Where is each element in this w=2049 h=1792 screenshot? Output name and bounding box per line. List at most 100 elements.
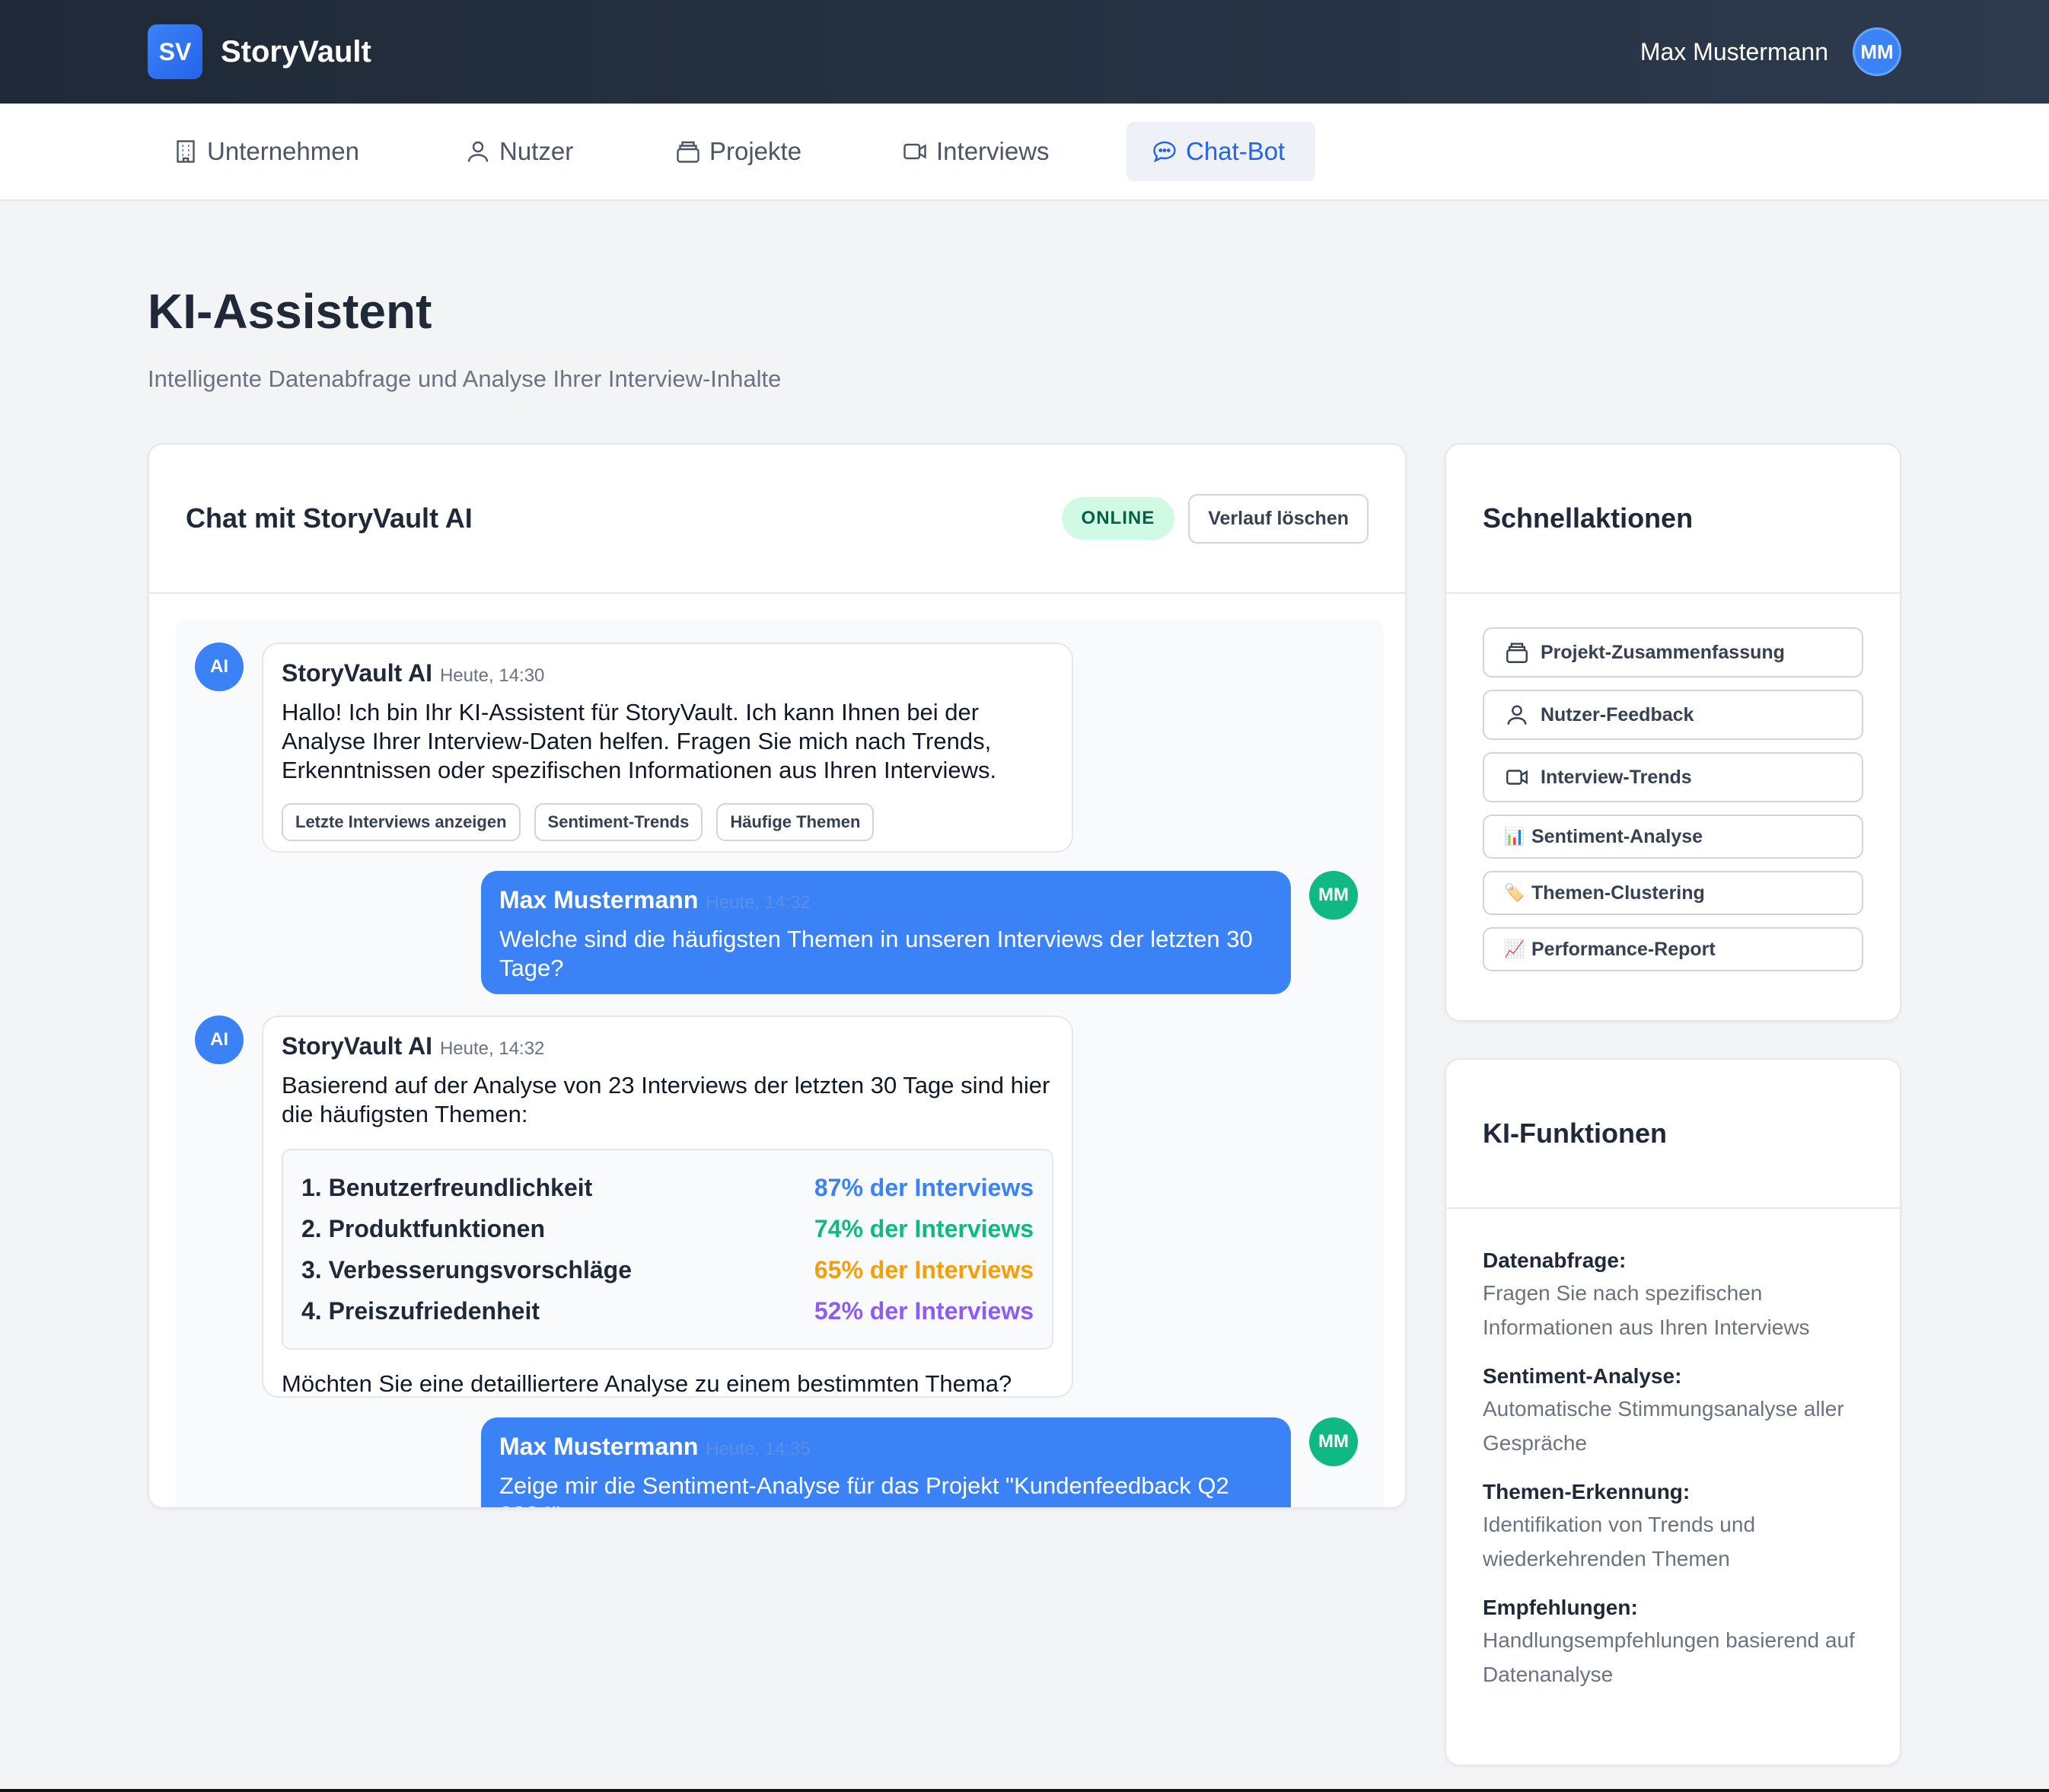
- tab-interviews[interactable]: Interviews: [877, 122, 1074, 181]
- ai-avatar: AI: [195, 1016, 244, 1064]
- chat-header-actions: ONLINE Verlauf löschen: [1061, 493, 1369, 544]
- tab-projekte[interactable]: Projekte: [650, 122, 826, 181]
- tab-label: Interviews: [936, 137, 1050, 165]
- building-icon: [177, 140, 195, 163]
- trend-chart-icon: 📈: [1504, 939, 1525, 958]
- quick-action-performance-report[interactable]: 📈 Performance-Report: [1483, 927, 1863, 971]
- app-name: StoryVault: [221, 34, 371, 69]
- message-time: Heute, 14:32: [439, 1038, 545, 1059]
- message-time: Heute, 14:32: [706, 892, 811, 913]
- tab-unternehmen[interactable]: Unternehmen: [148, 122, 384, 181]
- avatar[interactable]: MM: [1853, 27, 1901, 76]
- brand[interactable]: SV StoryVault: [148, 24, 371, 79]
- ki-function-item: Themen-Erkennung: Identifikation von Tre…: [1483, 1480, 1863, 1576]
- topic-value: 52% der Interviews: [814, 1296, 1034, 1325]
- ki-functions-title: KI-Funktionen: [1483, 1118, 1667, 1149]
- tag-icon: 🏷️: [1504, 883, 1525, 902]
- quick-actions-header: Schnellaktionen: [1446, 445, 1900, 594]
- quick-action-sentiment-analyse[interactable]: 📊 Sentiment-Analyse: [1483, 815, 1863, 859]
- chat-header: Chat mit StoryVault AI ONLINE Verlauf lö…: [149, 445, 1405, 594]
- suggestion-chip[interactable]: Letzte Interviews anzeigen: [282, 803, 521, 841]
- message-time: Heute, 14:30: [439, 665, 545, 686]
- page-bottom-edge: [0, 1789, 2049, 1792]
- tab-label: Projekte: [709, 137, 802, 165]
- ki-functions-list: Datenabfrage: Fragen Sie nach spezifisch…: [1446, 1209, 1900, 1751]
- quick-action-label: Projekt-Zusammenfassung: [1541, 641, 1785, 663]
- topic-row: 2. Produktfunktionen 74% der Interviews: [301, 1208, 1034, 1249]
- message-sender: StoryVault AI: [282, 659, 432, 687]
- tab-chat-bot[interactable]: Chat-Bot: [1126, 122, 1315, 181]
- topic-name: 4. Preiszufriedenheit: [301, 1296, 540, 1325]
- quick-action-interview-trends[interactable]: Interview-Trends: [1483, 752, 1863, 802]
- status-badge: ONLINE: [1061, 497, 1175, 540]
- brand-logo: SV: [148, 24, 202, 79]
- ki-function-label: Sentiment-Analyse:: [1483, 1364, 1682, 1388]
- quick-action-projekt-zusammenfassung[interactable]: Projekt-Zusammenfassung: [1483, 627, 1863, 678]
- suggestion-chips: Letzte Interviews anzeigen Sentiment-Tre…: [282, 803, 1053, 841]
- quick-action-themen-clustering[interactable]: 🏷️ Themen-Clustering: [1483, 871, 1863, 915]
- folder-stack-icon: [677, 141, 699, 163]
- quick-actions-list: Projekt-Zusammenfassung Nutzer-Feedback …: [1446, 594, 1900, 1005]
- ki-function-desc: Automatische Stimmungsanalyse aller Gesp…: [1483, 1397, 1844, 1455]
- ki-function-desc: Handlungsempfehlungen basierend auf Date…: [1483, 1628, 1855, 1686]
- tab-nutzer[interactable]: Nutzer: [440, 122, 597, 181]
- ai-avatar: AI: [195, 643, 244, 691]
- topic-value: 74% der Interviews: [814, 1214, 1034, 1242]
- topic-name: 3. Verbesserungsvorschläge: [301, 1255, 632, 1283]
- message-header: Max Mustermann Heute, 14:32: [499, 886, 1273, 914]
- ki-function-label: Datenabfrage:: [1483, 1248, 1627, 1272]
- message-text: Welche sind die häufigsten Themen in uns…: [499, 926, 1253, 981]
- quick-action-label: Themen-Clustering: [1531, 882, 1705, 904]
- clear-history-button[interactable]: Verlauf löschen: [1188, 493, 1369, 544]
- ai-message: StoryVault AI Heute, 14:32 Basierend auf…: [262, 1016, 1073, 1398]
- quick-action-label: Interview-Trends: [1541, 766, 1692, 788]
- folder-stack-icon: [1506, 643, 1528, 663]
- message-sender: StoryVault AI: [282, 1032, 432, 1060]
- ki-function-label: Empfehlungen:: [1483, 1596, 1638, 1619]
- message-text: Zeige mir die Sentiment-Analyse für das …: [499, 1472, 1229, 1507]
- tab-label: Nutzer: [499, 137, 574, 165]
- message-text: Hallo! Ich bin Ihr KI-Assistent für Stor…: [282, 699, 997, 783]
- message-followup: Möchten Sie eine detailliertere Analyse …: [282, 1370, 1012, 1397]
- user-menu[interactable]: Max Mustermann MM: [1640, 27, 1901, 76]
- quick-actions-title: Schnellaktionen: [1483, 502, 1694, 534]
- message-header: Max Mustermann Heute, 14:35: [499, 1433, 1273, 1461]
- quick-action-label: Performance-Report: [1531, 938, 1716, 960]
- chat-panel: Chat mit StoryVault AI ONLINE Verlauf lö…: [148, 443, 1407, 1509]
- page-title: KI-Assistent: [148, 284, 432, 339]
- ki-function-label: Themen-Erkennung:: [1483, 1480, 1691, 1503]
- ki-function-item: Datenabfrage: Fragen Sie nach spezifisch…: [1483, 1248, 1863, 1344]
- quick-action-nutzer-feedback[interactable]: Nutzer-Feedback: [1483, 690, 1863, 740]
- topic-row: 4. Preiszufriedenheit 52% der Interviews: [301, 1290, 1034, 1331]
- video-camera-icon: [903, 143, 926, 160]
- topic-value: 87% der Interviews: [814, 1173, 1034, 1201]
- ki-function-desc: Identifikation von Trends und wiederkehr…: [1483, 1513, 1756, 1570]
- user-avatar: MM: [1309, 1417, 1358, 1466]
- page-subtitle: Intelligente Datenabfrage und Analyse Ih…: [148, 365, 782, 392]
- message-time: Heute, 14:35: [706, 1439, 811, 1459]
- topic-row: 1. Benutzerfreundlichkeit 87% der Interv…: [301, 1167, 1034, 1208]
- video-camera-icon: [1506, 770, 1528, 785]
- suggestion-chip[interactable]: Häufige Themen: [716, 803, 875, 841]
- user-avatar: MM: [1309, 871, 1358, 920]
- topic-name: 2. Produktfunktionen: [301, 1214, 545, 1242]
- tab-label: Unternehmen: [207, 137, 359, 165]
- message-header: StoryVault AI Heute, 14:30: [282, 659, 1053, 687]
- topic-list: 1. Benutzerfreundlichkeit 87% der Interv…: [282, 1149, 1053, 1350]
- ki-functions-header: KI-Funktionen: [1446, 1060, 1900, 1209]
- chat-bubble-icon: [1153, 141, 1176, 163]
- topic-value: 65% der Interviews: [814, 1255, 1034, 1283]
- chat-title: Chat mit StoryVault AI: [186, 502, 473, 534]
- top-header: SV StoryVault Max Mustermann MM: [0, 0, 2049, 104]
- topic-row: 3. Verbesserungsvorschläge 65% der Inter…: [301, 1249, 1034, 1290]
- quick-actions-panel: Schnellaktionen Projekt-Zusammenfassung …: [1445, 443, 1901, 1022]
- ki-functions-panel: KI-Funktionen Datenabfrage: Fragen Sie n…: [1445, 1058, 1901, 1766]
- chat-messages[interactable]: AI StoryVault AI Heute, 14:30 Hallo! Ich…: [175, 620, 1384, 1507]
- suggestion-chip[interactable]: Sentiment-Trends: [534, 803, 703, 841]
- quick-action-label: Nutzer-Feedback: [1541, 703, 1694, 725]
- user-message: Max Mustermann Heute, 14:32 Welche sind …: [481, 871, 1291, 994]
- quick-action-label: Sentiment-Analyse: [1531, 825, 1703, 847]
- ai-message: StoryVault AI Heute, 14:30 Hallo! Ich bi…: [262, 643, 1073, 853]
- user-name: Max Mustermann: [1640, 37, 1828, 65]
- topic-name: 1. Benutzerfreundlichkeit: [301, 1173, 593, 1201]
